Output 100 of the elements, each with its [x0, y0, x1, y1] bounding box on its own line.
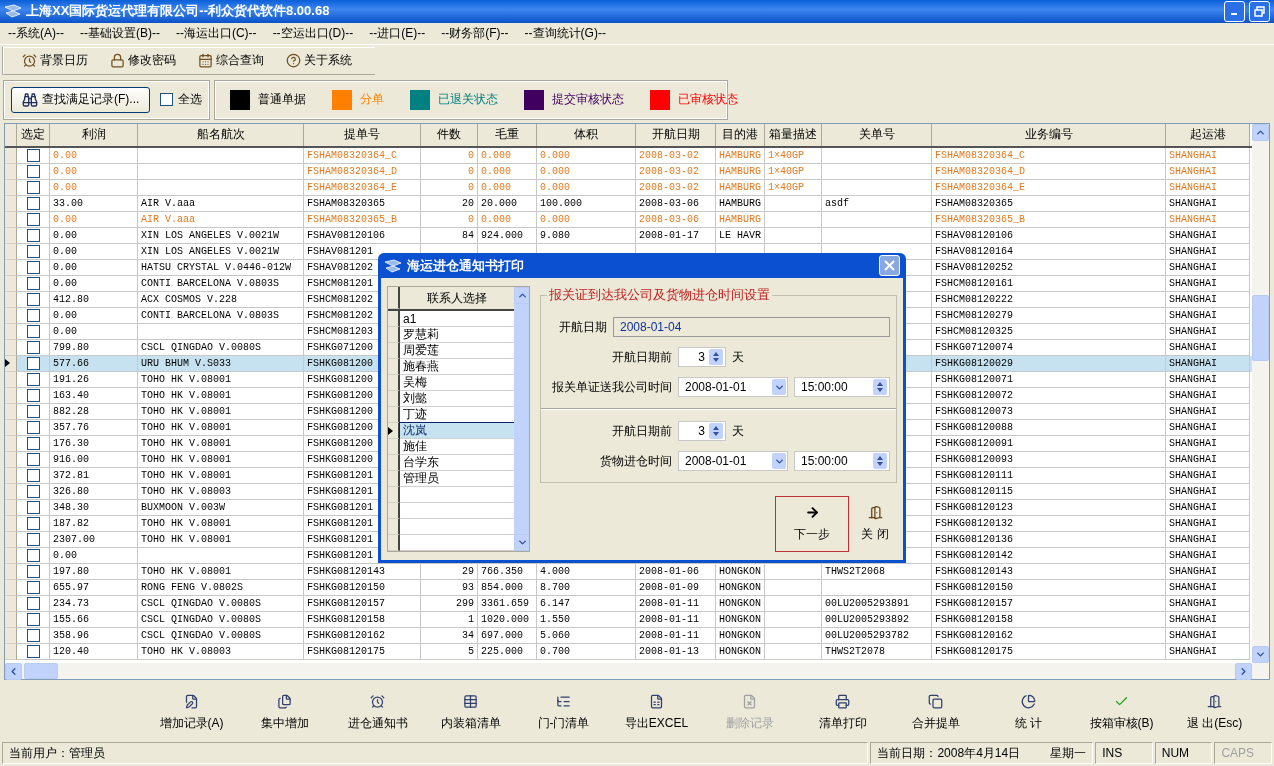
- table-cell: CSCL QINGDAO V.0080S: [141, 341, 262, 353]
- table-cell: FSHKG081200: [307, 405, 373, 417]
- table-cell: TOHO HK V.08001: [141, 389, 231, 401]
- table-cell: XIN LOS ANGELES V.0021W: [141, 245, 280, 257]
- group-title: 报关证到达我公司及货物进仓时间设置: [548, 286, 771, 304]
- table-cell: FSHKG08120150: [307, 581, 385, 593]
- table-cell: TOHO HK V.08003: [141, 645, 231, 657]
- window-title: 上海XX国际货运代理有限公司--利众货代软件8.00.68: [26, 2, 330, 21]
- field-label: 货物进仓时间: [599, 452, 672, 470]
- table-cell: 1×40GP: [768, 165, 804, 177]
- table-cell: FSHCM081203: [307, 325, 373, 337]
- table-cell: SHANGHAI: [1169, 613, 1217, 625]
- table-cell: TOHO HK V.08001: [141, 533, 231, 545]
- checkbox-label: 全选: [178, 91, 203, 109]
- table-cell: SHANGHAI: [1169, 469, 1217, 481]
- table-cell: HAMBURG: [719, 181, 761, 193]
- table-cell: FSHAV081202: [307, 261, 373, 273]
- table-cell: 2008-01-13: [639, 645, 699, 657]
- current-date: 当前日期：2008年4月14日: [877, 744, 1021, 762]
- table-cell: URU BHUM V.S033: [141, 357, 231, 369]
- table-cell: 2008-03-02: [639, 149, 699, 161]
- table-cell: SHANGHAI: [1169, 213, 1217, 225]
- table-cell: SHANGHAI: [1169, 437, 1217, 449]
- table-cell: FSHKG08120143: [307, 565, 385, 577]
- table-cell: FSHKG081200: [307, 421, 373, 433]
- table-cell: FSHKG081201: [307, 469, 373, 481]
- table-cell: 00LU2005293891: [825, 597, 909, 609]
- table-cell: SHANGHAI: [1169, 325, 1217, 337]
- table-cell: THWS2T2078: [825, 645, 885, 657]
- table-cell: HONGKON: [719, 597, 761, 609]
- table-cell: HAMBURG: [719, 149, 761, 161]
- table-cell: SHANGHAI: [1169, 181, 1217, 193]
- table-cell: THWS2T2068: [825, 565, 885, 577]
- table-cell: TOHO HK V.08001: [141, 405, 231, 417]
- table-cell: FSHKG081200: [307, 373, 373, 385]
- table-cell: SHANGHAI: [1169, 245, 1217, 257]
- table-cell: 924.000: [481, 229, 523, 241]
- table-cell: SHANGHAI: [1169, 165, 1217, 177]
- table-cell: 20: [462, 197, 474, 209]
- table-cell: FSHKG08120072: [935, 389, 1013, 401]
- table-cell: 0.000: [540, 165, 570, 177]
- table-cell: 0: [468, 213, 474, 225]
- table-cell: ACX COSMOS V.228: [141, 293, 237, 305]
- table-cell: 916.00: [53, 453, 89, 465]
- table-cell: FSHKG081200: [307, 453, 373, 465]
- table-cell: FSHKG08120157: [307, 597, 385, 609]
- table-cell: FSHAM08320364_C: [307, 149, 397, 161]
- table-cell: 0.00: [53, 309, 77, 321]
- table-cell: 0: [468, 165, 474, 177]
- table-cell: 799.80: [53, 341, 89, 353]
- table-cell: 2008-01-17: [639, 229, 699, 241]
- table-cell: 29: [462, 565, 474, 577]
- table-cell: SHANGHAI: [1169, 533, 1217, 545]
- table-cell: 577.66: [53, 357, 89, 369]
- table-cell: SHANGHAI: [1169, 421, 1217, 433]
- table-cell: 33.00: [53, 197, 83, 209]
- table-cell: 0.00: [53, 229, 77, 241]
- table-cell: CSCL QINGDAO V.0080S: [141, 597, 262, 609]
- table-cell: 1020.000: [481, 613, 529, 625]
- table-cell: 0.000: [481, 149, 511, 161]
- table-cell: FSHKG08120091: [935, 437, 1013, 449]
- table-cell: 120.40: [53, 645, 89, 657]
- table-cell: 412.80: [53, 293, 89, 305]
- table-cell: 1: [468, 613, 474, 625]
- table-cell: HONGKON: [719, 613, 761, 625]
- table-cell: FSHCM08120222: [935, 293, 1013, 305]
- table-cell: TOHO HK V.08001: [141, 453, 231, 465]
- table-cell: SHANGHAI: [1169, 149, 1217, 161]
- table-cell: SHANGHAI: [1169, 229, 1217, 241]
- table-cell: FSHAM08320364_C: [935, 149, 1025, 161]
- table-cell: FSHAM08320364_E: [935, 181, 1025, 193]
- table-cell: 0.00: [53, 277, 77, 289]
- table-cell: SHANGHAI: [1169, 293, 1217, 305]
- table-cell: SHANGHAI: [1169, 565, 1217, 577]
- key-indicator: INS: [1095, 742, 1153, 764]
- table-cell: HAMBURG: [719, 213, 761, 225]
- legend-label: 提交审核状态: [552, 91, 625, 109]
- table-cell: SHANGHAI: [1169, 373, 1217, 385]
- table-cell: 2307.00: [53, 533, 95, 545]
- table-cell: FSHKG08120175: [307, 645, 385, 657]
- table-cell: 882.28: [53, 405, 89, 417]
- table-cell: FSHCM08120279: [935, 309, 1013, 321]
- table-cell: BUXMOON V.003W: [141, 501, 225, 513]
- table-cell: 0.000: [481, 213, 511, 225]
- table-cell: 2008-03-02: [639, 181, 699, 193]
- table-cell: 8.700: [540, 581, 570, 593]
- table-cell: 2008-01-11: [639, 613, 699, 625]
- field-label: 报关单证送我公司时间: [551, 378, 672, 396]
- table-cell: 0.700: [540, 645, 570, 657]
- table-cell: SHANGHAI: [1169, 549, 1217, 561]
- table-cell: 326.80: [53, 485, 89, 497]
- table-cell: SHANGHAI: [1169, 197, 1217, 209]
- table-cell: 5.060: [540, 629, 570, 641]
- table-cell: 197.80: [53, 565, 89, 577]
- table-cell: 00LU2005293782: [825, 629, 909, 641]
- table-cell: AIR V.aaa: [141, 213, 195, 225]
- table-cell: 854.000: [481, 581, 523, 593]
- table-cell: 9.080: [540, 229, 570, 241]
- table-cell: HAMBURG: [719, 165, 761, 177]
- table-cell: SHANGHAI: [1169, 597, 1217, 609]
